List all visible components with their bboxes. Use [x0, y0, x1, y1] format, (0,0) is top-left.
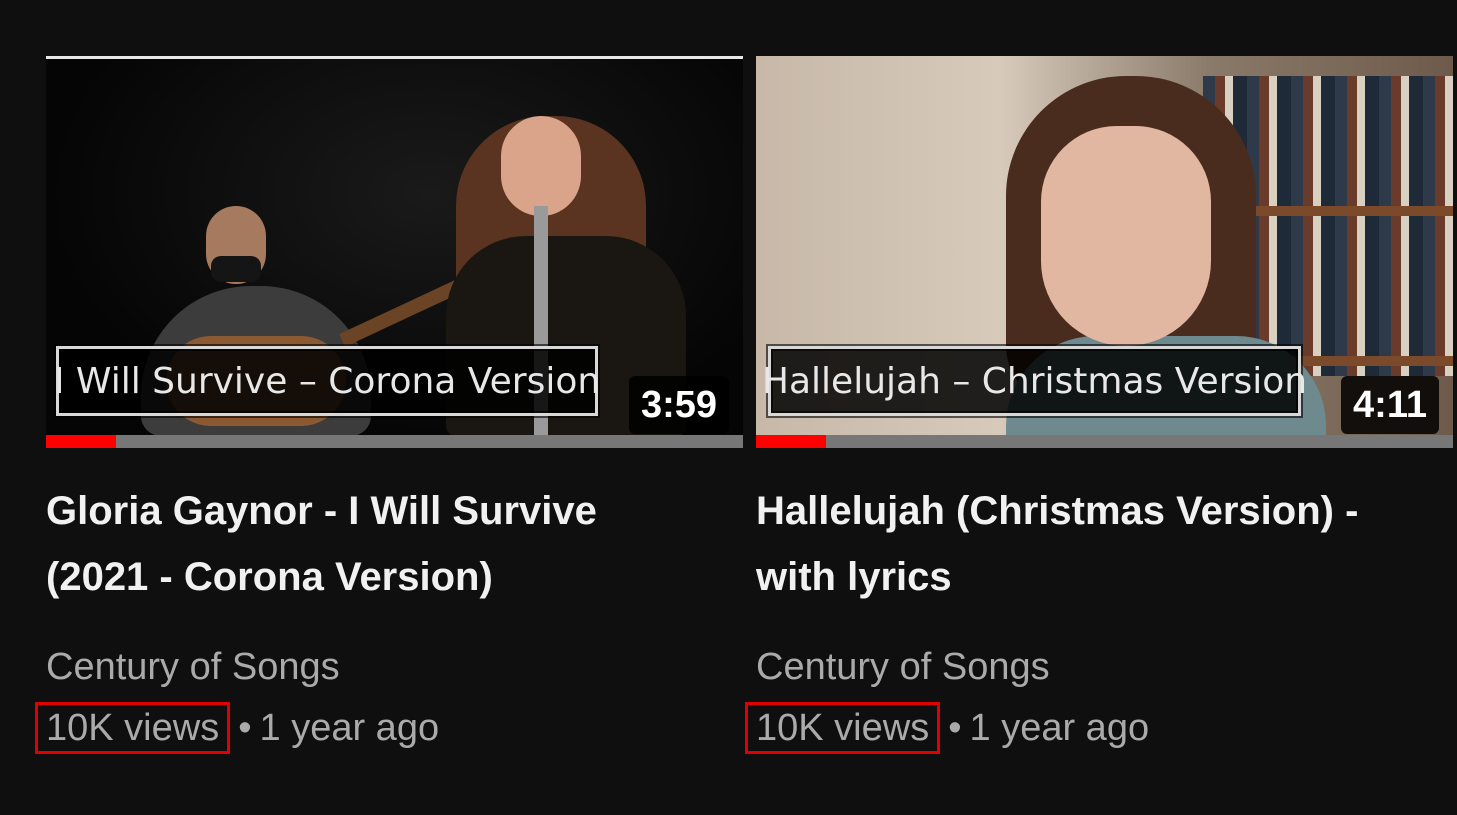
- singer-face: [1041, 126, 1211, 346]
- view-count: 10K views: [35, 702, 231, 754]
- watch-progress-fill: [756, 435, 826, 448]
- channel-name[interactable]: Century of Songs: [756, 644, 1453, 690]
- video-title[interactable]: Hallelujah (Christmas Version) - with ly…: [756, 478, 1396, 610]
- view-count: 10K views: [745, 702, 941, 754]
- video-metadata: 10K views • 1 year ago: [35, 702, 743, 754]
- video-metadata: 10K views • 1 year ago: [745, 702, 1453, 754]
- face-mask-graphic: [211, 256, 261, 282]
- watch-progress-fill: [46, 435, 116, 448]
- channel-name[interactable]: Century of Songs: [46, 644, 743, 690]
- duration-badge: 3:59: [628, 376, 729, 434]
- watch-progress-bar: [46, 435, 743, 448]
- video-thumbnail[interactable]: I Will Survive – Corona Version 3:59: [46, 56, 743, 448]
- separator-dot: •: [948, 707, 962, 749]
- thumbnail-title-banner: Hallelujah – Christmas Version: [762, 346, 1307, 416]
- video-thumbnail[interactable]: Hallelujah – Christmas Version 4:11: [756, 56, 1453, 448]
- video-card[interactable]: I Will Survive – Corona Version 3:59 Glo…: [35, 56, 743, 754]
- video-title[interactable]: Gloria Gaynor - I Will Survive (2021 - C…: [46, 478, 686, 610]
- singer-face: [501, 116, 581, 216]
- upload-age: 1 year ago: [259, 707, 440, 749]
- video-card[interactable]: Hallelujah – Christmas Version 4:11 Hall…: [745, 56, 1453, 754]
- thumbnail-title-banner: I Will Survive – Corona Version: [54, 346, 600, 416]
- separator-dot: •: [238, 707, 252, 749]
- guitar-neck-graphic: [339, 279, 463, 347]
- watch-progress-bar: [756, 435, 1453, 448]
- duration-badge: 4:11: [1341, 376, 1439, 434]
- upload-age: 1 year ago: [969, 707, 1150, 749]
